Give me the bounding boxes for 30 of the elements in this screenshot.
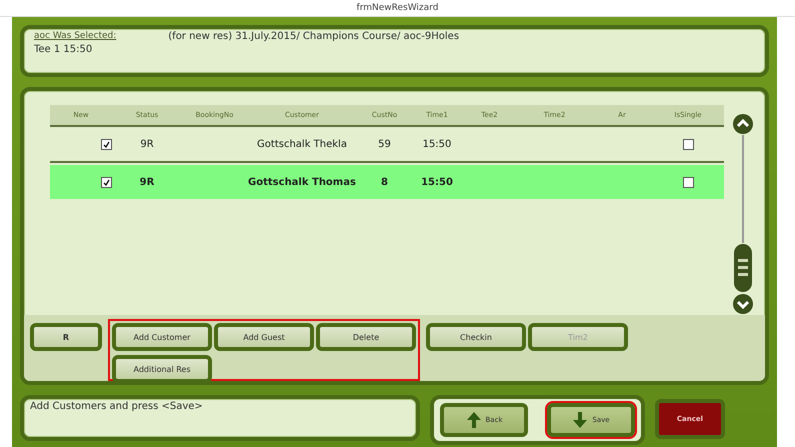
table-cell-text: Gottschalk Thekla xyxy=(256,138,348,150)
checkbox[interactable] xyxy=(101,176,112,188)
table-cell-text: 15:50 xyxy=(420,176,454,188)
checkbox[interactable] xyxy=(682,138,694,150)
reservation-details: (for new res) 31.July.2015/ Champions Course/ aoc-9Holes xyxy=(168,31,460,42)
scroll-thumb[interactable] xyxy=(733,243,753,293)
scroll-up-button[interactable] xyxy=(732,113,754,135)
down-arrow-icon xyxy=(572,411,588,429)
table-cell-text: 9R xyxy=(139,138,155,150)
action-button[interactable]: Additional Res xyxy=(112,355,212,383)
table-cell-text: 59 xyxy=(377,138,392,150)
table-cell-text: 8 xyxy=(380,176,389,188)
scroll-down-button[interactable] xyxy=(732,293,754,315)
table-row[interactable]: 9R Gottschalk Thomas 8 15:50 xyxy=(50,165,724,199)
table-cell: Gottschalk Thomas xyxy=(247,176,357,188)
table-cell-text: 15:50 xyxy=(422,138,452,150)
window-title: frmNewResWizard xyxy=(356,3,438,13)
checkbox[interactable] xyxy=(682,176,694,188)
action-button[interactable]: Delete xyxy=(316,323,416,351)
selection-label: aoc Was Selected: xyxy=(34,31,116,42)
table-cell-text: 9R xyxy=(138,176,156,188)
status-message: Add Customers and press <Save> xyxy=(20,395,420,441)
checkbox[interactable] xyxy=(101,138,112,150)
action-button[interactable]: R xyxy=(30,323,102,351)
action-button[interactable]: Add Customer xyxy=(112,323,212,351)
table-row[interactable]: 9R Gottschalk Thekla 59 15:50 xyxy=(50,127,724,163)
action-button[interactable]: Add Guest xyxy=(214,323,314,351)
action-button[interactable]: Checkin xyxy=(426,323,526,351)
up-arrow-icon xyxy=(466,411,482,429)
tee-time: Tee 1 15:50 xyxy=(34,44,94,55)
